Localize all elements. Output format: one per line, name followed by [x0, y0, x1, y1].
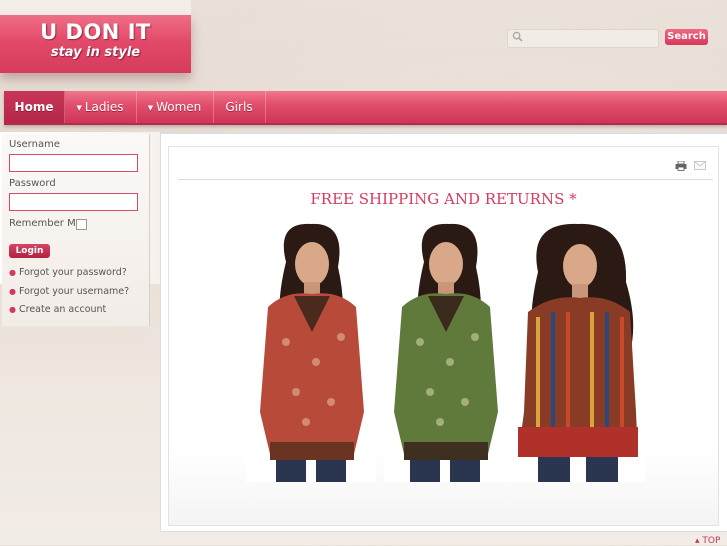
- search-button[interactable]: Search: [665, 29, 708, 45]
- forgot-password-link[interactable]: ● Forgot your password?: [9, 267, 127, 278]
- model-photo-striped-kurti: [508, 222, 645, 482]
- site-logo[interactable]: U DON IT stay in style: [0, 15, 191, 73]
- nav-item-girls[interactable]: Girls: [213, 91, 266, 123]
- nav-item-label: Girls: [225, 100, 253, 114]
- forgot-username-link[interactable]: ● Forgot your username?: [9, 286, 129, 297]
- email-icon[interactable]: [694, 161, 706, 170]
- bullet-icon: ●: [9, 287, 16, 296]
- search-box[interactable]: [507, 29, 659, 49]
- link-label: Forgot your password?: [18, 267, 127, 278]
- username-label: Username: [9, 139, 60, 150]
- password-field[interactable]: [10, 194, 137, 210]
- remember-me-label: Remember Me: [9, 218, 82, 229]
- username-field[interactable]: [10, 155, 137, 171]
- chevron-down-icon: ▼: [76, 103, 82, 112]
- login-panel: Username Password Remember Me Login ● For…: [2, 134, 150, 326]
- nav-item-label: Home: [14, 100, 54, 114]
- logo-title: U DON IT: [40, 20, 151, 44]
- link-label: Create an account: [18, 304, 107, 315]
- remember-me-checkbox[interactable]: [76, 219, 87, 230]
- promo-headline: FREE SHIPPING AND RETURNS *: [310, 190, 577, 208]
- nav-item-women[interactable]: ▼ Women: [136, 91, 214, 123]
- link-label: Forgot your username?: [18, 286, 130, 297]
- password-label: Password: [9, 178, 56, 189]
- print-icon[interactable]: [675, 161, 687, 171]
- bullet-icon: ●: [9, 268, 16, 277]
- model-photo-green-kurti: [384, 222, 514, 482]
- nav-item-label: Ladies: [84, 100, 124, 114]
- model-photo-red-kurti: [246, 222, 376, 482]
- nav-item-ladies[interactable]: ▼ Ladies: [64, 91, 137, 123]
- nav-item-home[interactable]: Home: [4, 91, 65, 123]
- username-field-wrap: [9, 154, 138, 172]
- divider: [178, 179, 713, 180]
- password-field-wrap: [9, 193, 138, 211]
- main-nav: Home ▼ Ladies ▼ Women Girls: [4, 91, 727, 125]
- nav-item-label: Women: [156, 100, 202, 114]
- logo-top-strip: [0, 0, 191, 15]
- search-icon: [512, 31, 523, 42]
- create-account-link[interactable]: ● Create an account: [9, 304, 106, 315]
- search-input[interactable]: [528, 30, 658, 49]
- logo-tagline: stay in style: [50, 45, 141, 60]
- login-button[interactable]: Login: [9, 244, 50, 258]
- chevron-down-icon: ▼: [147, 103, 154, 112]
- bullet-icon: ●: [9, 305, 16, 314]
